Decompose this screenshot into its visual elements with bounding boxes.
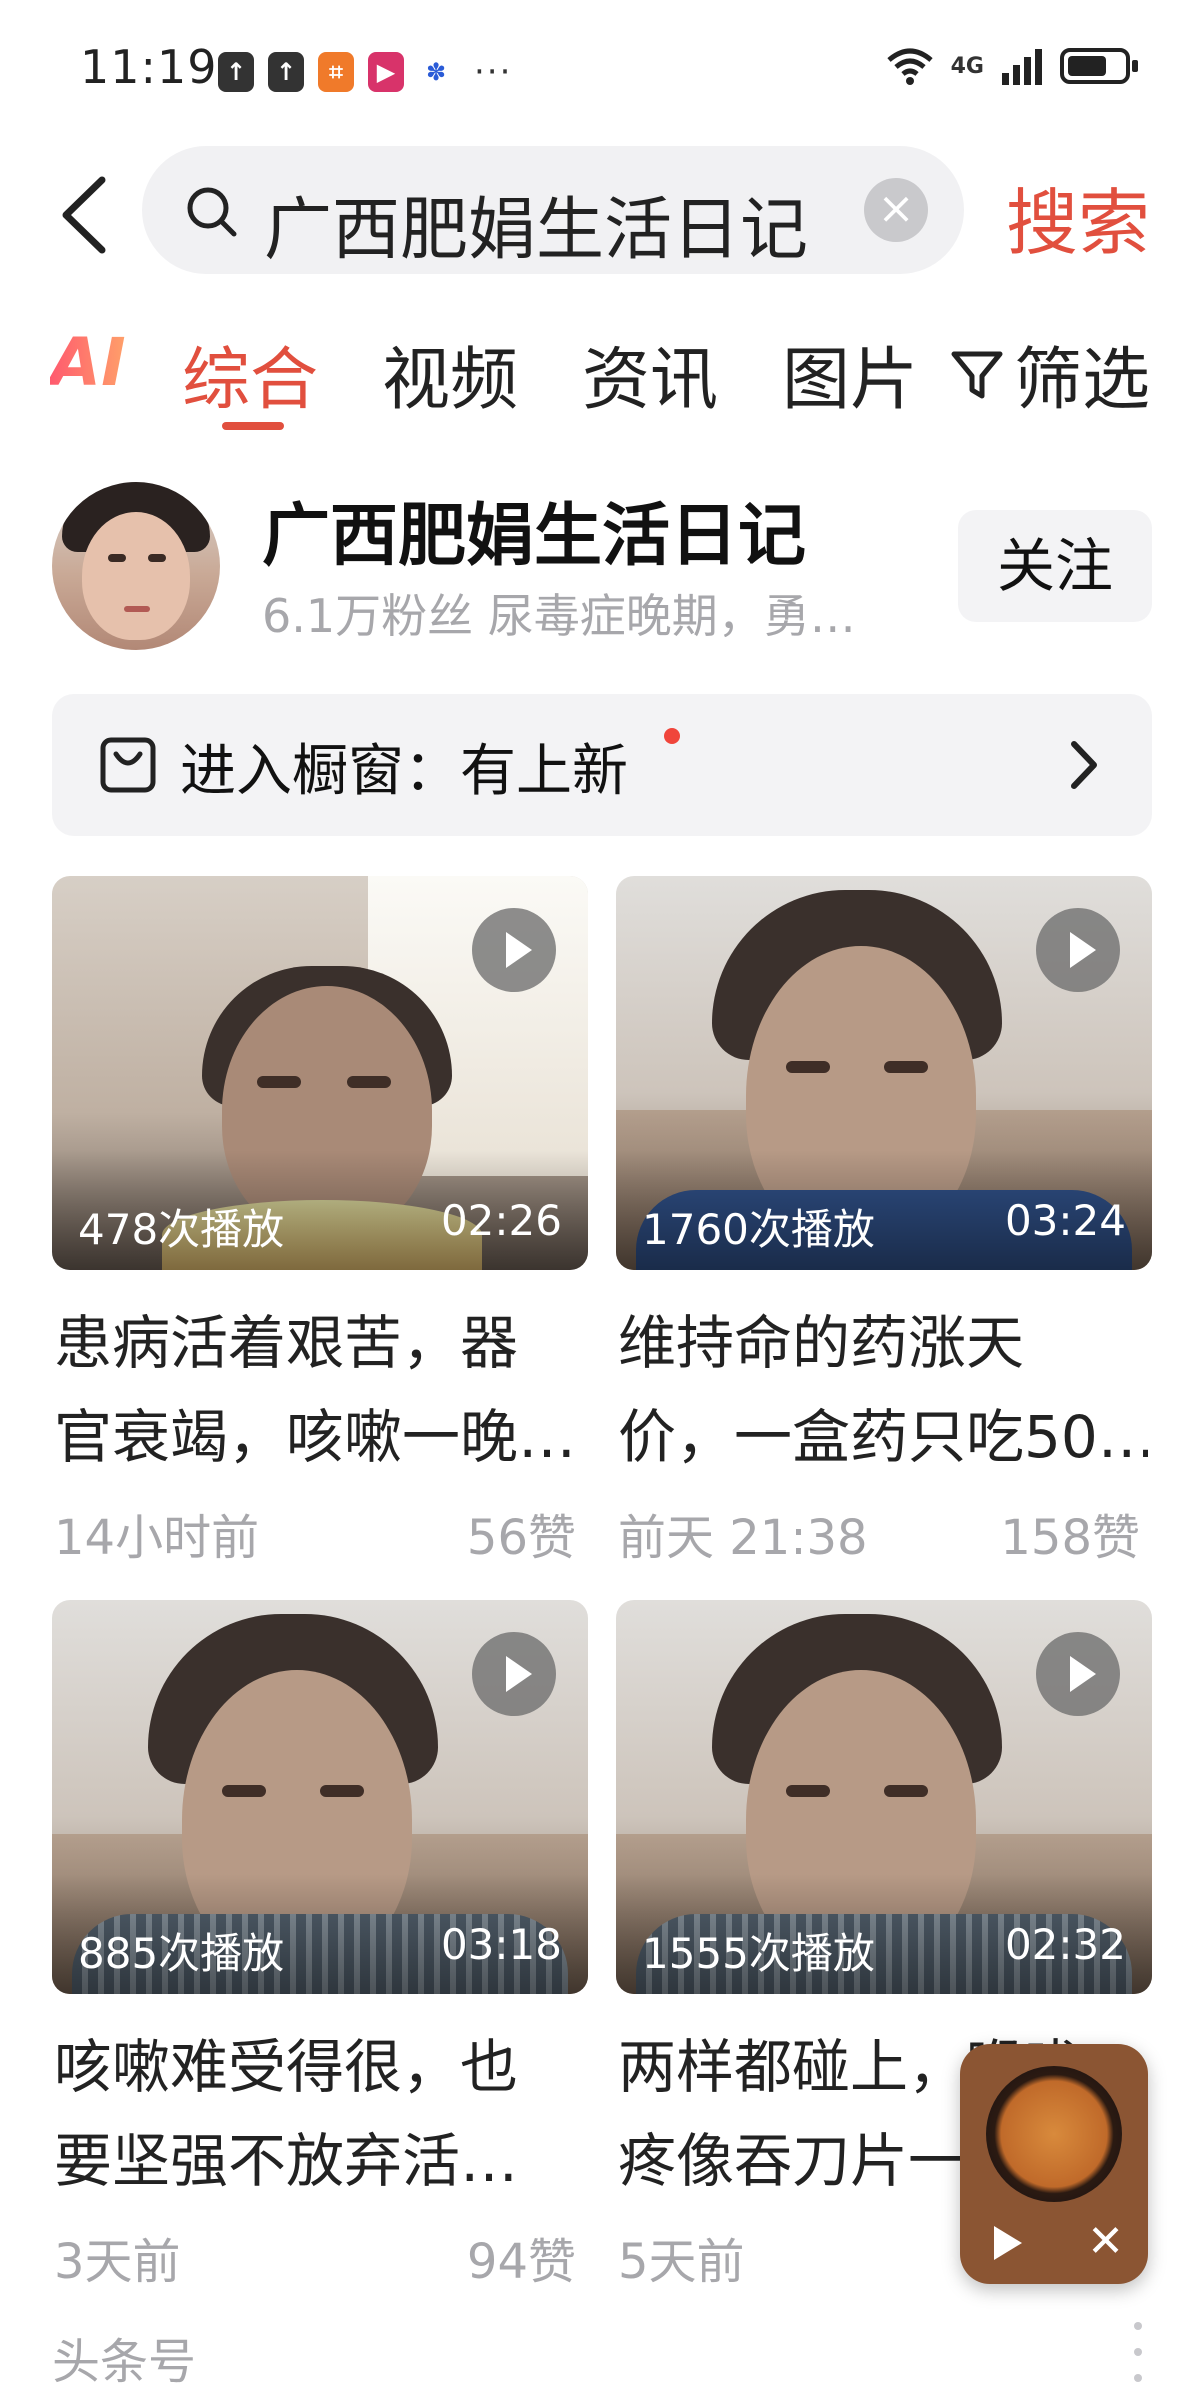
clear-icon[interactable]: × xyxy=(864,178,928,242)
baidu-icon: ✽ xyxy=(425,58,447,86)
search-query: 广西肥娟生活日记 xyxy=(264,191,809,270)
view-count: 885次播放 xyxy=(78,1929,285,1978)
account-subtitle: 6.1万粉丝 尿毒症晚期，勇… xyxy=(262,589,856,643)
video-app-icon: ▶ xyxy=(368,52,404,92)
search-bar: 广西肥娟生活日记 × 搜索 xyxy=(0,140,1200,280)
filter-button[interactable]: 筛选 xyxy=(939,324,1150,423)
video-duration: 03:18 xyxy=(440,1920,562,1969)
like-count: 158赞 xyxy=(1000,1510,1140,1566)
status-time: 11:19 xyxy=(80,40,218,94)
search-button[interactable]: 搜索 xyxy=(1006,164,1150,269)
video-thumbnail[interactable]: 1555次播放 02:32 xyxy=(616,1600,1152,1994)
app-notification-icon: ⌗ xyxy=(318,52,354,92)
video-thumbnail[interactable]: 885次播放 03:18 xyxy=(52,1600,588,1994)
notification-icons: ↑ ↑ ⌗ ▶ ✽ ··· xyxy=(218,52,512,92)
like-count: 94赞 xyxy=(466,2234,576,2290)
video-title[interactable]: 患病活着艰苦，器 官衰竭，咳嗽一晚… xyxy=(54,1296,584,1484)
floating-audio-player[interactable]: ✕ xyxy=(960,2044,1148,2284)
video-duration: 03:24 xyxy=(1004,1196,1126,1245)
post-time: 前天 21:38 xyxy=(618,1510,868,1566)
tab-news[interactable]: 资讯 xyxy=(582,324,718,423)
status-right: 4G xyxy=(885,46,1138,86)
tab-all[interactable]: 综合 xyxy=(182,324,318,423)
video-title[interactable]: 维持命的药涨天 价，一盒药只吃50… xyxy=(618,1296,1148,1484)
account-card[interactable]: 广西肥娟生活日记 6.1万粉丝 尿毒症晚期，勇… 关注 xyxy=(0,470,1200,660)
tab-video[interactable]: 视频 xyxy=(382,324,518,423)
tab-bar: AI 综合 视频 资讯 图片 筛选 xyxy=(0,300,1200,440)
post-time: 14小时前 xyxy=(54,1510,260,1566)
search-icon xyxy=(187,187,237,237)
post-time: 5天前 xyxy=(618,2234,745,2290)
network-type: 4G xyxy=(950,53,984,79)
view-count: 1760次播放 xyxy=(642,1205,875,1254)
search-input[interactable]: 广西肥娟生活日记 × xyxy=(142,146,964,274)
chevron-right-icon xyxy=(1071,741,1097,789)
avatar[interactable] xyxy=(52,482,220,650)
view-count: 1555次播放 xyxy=(642,1929,875,1978)
view-count: 478次播放 xyxy=(78,1205,285,1254)
post-time: 3天前 xyxy=(54,2234,181,2290)
more-notifications-icon: ··· xyxy=(474,52,513,92)
status-bar: 11:19 ↑ ↑ ⌗ ▶ ✽ ··· 4G xyxy=(0,0,1200,140)
play-icon xyxy=(1036,1632,1120,1716)
video-thumbnail[interactable]: 478次播放 02:26 xyxy=(52,876,588,1270)
video-thumbnail[interactable]: 1760次播放 03:24 xyxy=(616,876,1152,1270)
upload-icon: ↑ xyxy=(268,52,304,92)
tab-images[interactable]: 图片 xyxy=(782,324,918,423)
play-icon[interactable] xyxy=(986,2222,1026,2262)
close-icon[interactable]: ✕ xyxy=(1087,2220,1124,2264)
filter-label: 筛选 xyxy=(1013,341,1150,420)
shopping-bag-icon xyxy=(100,737,156,793)
showcase-entry[interactable]: 进入橱窗：有上新 xyxy=(52,694,1152,836)
account-name: 广西肥娟生活日记 xyxy=(262,497,807,576)
video-duration: 02:32 xyxy=(1004,1920,1126,1969)
source-label: 头条号 xyxy=(52,2334,197,2390)
new-badge-dot xyxy=(664,728,680,744)
follow-button[interactable]: 关注 xyxy=(958,510,1152,622)
filter-icon xyxy=(951,351,1003,398)
upload-icon: ↑ xyxy=(218,52,254,92)
active-tab-indicator xyxy=(222,422,284,430)
showcase-label: 进入橱窗：有上新 xyxy=(180,739,628,804)
like-count: 56赞 xyxy=(466,1510,576,1566)
album-cover[interactable] xyxy=(986,2066,1122,2202)
tab-ai[interactable]: AI xyxy=(50,324,126,401)
more-options-icon[interactable] xyxy=(1134,2322,1148,2382)
back-icon[interactable] xyxy=(52,170,122,260)
video-duration: 02:26 xyxy=(440,1196,562,1245)
battery-icon xyxy=(1060,48,1138,84)
play-icon xyxy=(472,908,556,992)
play-icon xyxy=(1036,908,1120,992)
wifi-icon xyxy=(886,48,933,85)
video-title[interactable]: 咳嗽难受得很，也 要坚强不放弃活… xyxy=(54,2020,584,2208)
play-icon xyxy=(472,1632,556,1716)
signal-icon xyxy=(1002,49,1042,85)
